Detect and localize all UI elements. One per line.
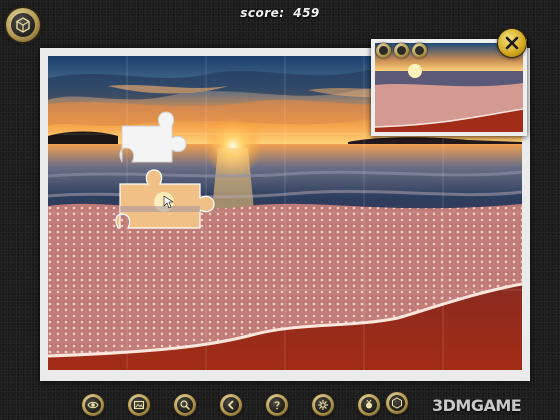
arrow-left-icon	[227, 400, 234, 410]
size-icon[interactable]	[412, 43, 427, 58]
preview-controls	[376, 43, 427, 58]
zoom-icon[interactable]	[394, 43, 409, 58]
picture-button[interactable]	[128, 394, 150, 416]
score-label: score:	[240, 6, 285, 20]
picture-icon	[133, 400, 145, 410]
question-icon	[274, 401, 280, 410]
watermark: 3DMGAME	[432, 396, 522, 415]
eye-button[interactable]	[82, 394, 104, 416]
gear-icon	[318, 400, 328, 410]
cube-icon	[392, 397, 402, 409]
hint-button[interactable]	[266, 394, 288, 416]
close-button[interactable]	[498, 29, 526, 57]
magnifier-button[interactable]	[174, 394, 196, 416]
settings-button[interactable]	[312, 394, 334, 416]
menu-button[interactable]	[386, 392, 408, 414]
extra-button[interactable]	[358, 394, 380, 416]
medal-icon	[366, 399, 372, 409]
back-button[interactable]	[220, 394, 242, 416]
score-display: score: 459	[0, 6, 560, 20]
score-value: 459	[293, 6, 320, 20]
eye-icon	[87, 401, 99, 409]
magnifier-icon	[180, 400, 191, 411]
toggle-icon[interactable]	[376, 43, 391, 58]
close-icon	[505, 36, 519, 50]
